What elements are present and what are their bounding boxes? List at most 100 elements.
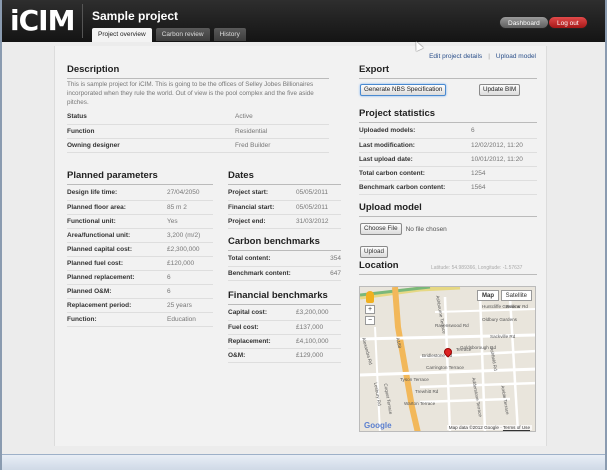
zoom-in-button[interactable]: +: [365, 305, 375, 314]
street-label: Sackville Rd: [490, 334, 516, 339]
table-row: Planned fuel cost: £120,000: [67, 256, 213, 271]
description-heading: Description: [67, 64, 329, 79]
row-value: 1564: [471, 180, 537, 195]
row-value: 12/02/2012, 11:20: [471, 138, 537, 153]
heading-rule: [359, 216, 537, 217]
upload-button[interactable]: Upload: [360, 246, 388, 258]
stats-heading: Project statistics: [359, 108, 537, 123]
table-row: Planned O&M: 6: [67, 284, 213, 299]
heading-rule: [228, 184, 341, 185]
planned-heading: Planned parameters: [67, 170, 213, 185]
map-type-satellite-button[interactable]: Satellite: [500, 290, 532, 301]
map-zoom-control: + −: [364, 291, 376, 325]
row-value: 3,200 (m/2): [167, 228, 213, 243]
edit-project-link[interactable]: Edit project details: [429, 53, 482, 60]
terms-link[interactable]: Terms of Use: [503, 425, 530, 430]
row-key: Replacement period:: [67, 298, 167, 313]
upload-model-link[interactable]: Upload model: [496, 53, 536, 60]
carbon-heading-text: Carbon benchmarks: [228, 236, 320, 247]
tab-project-overview[interactable]: Project overview: [92, 28, 152, 42]
description-text: This is sample project for iCIM. This is…: [67, 81, 314, 106]
row-value: 85 m 2: [167, 200, 213, 215]
table-row: Total content: 354: [228, 252, 341, 267]
description-heading-text: Description: [67, 64, 120, 75]
row-key: Function: [67, 124, 235, 139]
street-label: Trewhitt Rd: [415, 389, 439, 394]
table-row: Function: Education: [67, 312, 213, 327]
upload-heading: Upload model: [359, 202, 537, 217]
row-key: Benchmark content:: [228, 266, 316, 281]
row-value: Active: [235, 110, 329, 125]
row-value: £120,000: [167, 256, 213, 271]
row-key: Benchmark carbon content:: [359, 180, 471, 195]
file-input: Choose File No file chosen: [360, 223, 447, 235]
table-row: Benchmark carbon content: 1564: [359, 180, 537, 195]
row-value: 25 years: [167, 298, 213, 313]
tab-carbon-review[interactable]: Carbon review: [155, 28, 210, 41]
top-bar: iCIM Sample project Project overview Car…: [2, 0, 605, 42]
app-logo[interactable]: iCIM: [10, 4, 75, 38]
zoom-out-button[interactable]: −: [365, 316, 375, 325]
table-row: Fuel cost: £137,000: [228, 320, 341, 335]
table-row: Status Active: [67, 110, 329, 125]
row-value: 6: [167, 270, 213, 285]
map-footer: Google Map data ©2012 Google · Terms of …: [360, 421, 535, 431]
google-logo[interactable]: Google: [364, 421, 392, 430]
row-key: Planned capital cost:: [67, 242, 167, 257]
row-key: Area/functional unit:: [67, 228, 167, 243]
table-row: Project start: 05/05/2011: [228, 186, 341, 201]
table-row: Benchmark content: 647: [228, 266, 341, 281]
map-type-map-button[interactable]: Map: [477, 290, 499, 301]
heading-rule: [359, 122, 537, 123]
financial-heading: Financial benchmarks: [228, 290, 341, 305]
table-row: Total carbon content: 1254: [359, 166, 537, 181]
choose-file-button[interactable]: Choose File: [360, 223, 402, 235]
row-key: Project start:: [228, 186, 296, 201]
dashboard-button[interactable]: Dashboard: [499, 16, 549, 29]
row-key: O&M:: [228, 348, 296, 363]
file-status: No file chosen: [405, 225, 447, 233]
carbon-heading: Carbon benchmarks: [228, 236, 341, 251]
row-key: Planned replacement:: [67, 270, 167, 285]
logout-button[interactable]: Log out: [548, 16, 588, 29]
table-row: Planned replacement: 6: [67, 270, 213, 285]
tab-bar: Project overview Carbon review History: [92, 28, 246, 42]
row-value: 647: [316, 266, 341, 281]
lat-long-readout: Latitude: 54.989366, Longitude: -1.57637: [431, 265, 523, 271]
heading-rule: [67, 78, 329, 79]
heading-rule: [359, 274, 537, 275]
pegman-icon[interactable]: [366, 291, 374, 303]
carbon-table: Total content: 354 Benchmark content: 647: [228, 252, 341, 281]
map-credit: Map data ©2012 Google · Terms of Use: [446, 425, 532, 430]
table-row: Design life time: 27/04/2050: [67, 186, 213, 201]
browser-window: iCIM Sample project Project overview Car…: [0, 0, 607, 470]
row-key: Owning designer: [67, 138, 235, 153]
row-key: Financial start:: [228, 200, 296, 215]
street-label: Tyson Terrace: [400, 377, 429, 382]
table-row: Planned capital cost: £2,300,000: [67, 242, 213, 257]
export-heading-text: Export: [359, 64, 390, 75]
update-bim-button[interactable]: Update BIM: [479, 84, 521, 96]
row-key: Last modification:: [359, 138, 471, 153]
row-key: Total carbon content:: [359, 166, 471, 181]
row-key: Function:: [67, 312, 167, 327]
map-data-text: Map data ©2012 Google ·: [448, 425, 502, 430]
tab-history[interactable]: History: [213, 28, 246, 41]
planned-heading-text: Planned parameters: [67, 170, 158, 181]
location-map[interactable]: + − Map Satellite Ashbourne Terrace Hunt…: [359, 286, 536, 432]
table-row: Functional unit: Yes: [67, 214, 213, 229]
table-row: Financial start: 05/05/2011: [228, 200, 341, 215]
row-value: 1254: [471, 166, 537, 181]
row-value: 27/04/2050: [167, 186, 213, 201]
dates-heading-text: Dates: [228, 170, 254, 181]
row-value: 05/05/2011: [296, 200, 341, 215]
heading-rule: [228, 304, 341, 305]
heading-rule: [67, 184, 213, 185]
dates-heading: Dates: [228, 170, 341, 185]
row-value: Residential: [235, 124, 329, 139]
generate-nbs-button[interactable]: Generate NBS Specification: [360, 84, 447, 96]
link-separator: |: [488, 53, 490, 60]
row-value: 6: [471, 124, 537, 139]
row-key: Fuel cost:: [228, 320, 296, 335]
row-key: Planned fuel cost:: [67, 256, 167, 271]
